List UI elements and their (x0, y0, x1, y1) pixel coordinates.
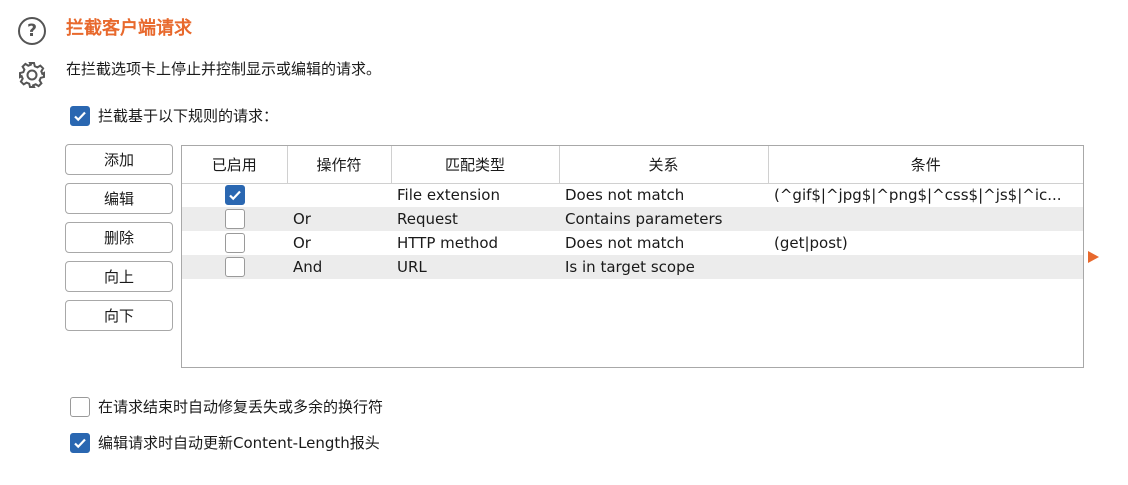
enabled-cell (182, 207, 287, 231)
relationship-cell: Is in target scope (559, 255, 768, 279)
intercept-rules-checkbox[interactable] (70, 105, 90, 126)
rule-button-group: 添加 编辑 删除 向上 向下 (65, 144, 173, 339)
relationship-cell: Does not match (565, 186, 685, 205)
column-header-enabled[interactable]: 已启用 (182, 146, 288, 184)
enabled-cell (182, 255, 287, 279)
relationship-cell: Contains parameters (559, 207, 768, 231)
rules-table: 已启用 操作符 匹配类型 关系 条件 File extension Does n… (181, 145, 1084, 368)
operator-cell (287, 183, 391, 207)
move-up-button[interactable]: 向上 (65, 261, 173, 292)
column-header-relationship[interactable]: 关系 (559, 146, 769, 184)
rule-enabled-checkbox[interactable] (224, 257, 245, 277)
rule-enabled-checkbox[interactable] (224, 185, 245, 206)
table-row[interactable]: File extension Does not match (^gif$|^jp… (182, 183, 1083, 207)
table-row[interactable]: And URL Is in target scope (182, 255, 1083, 279)
column-header-operator[interactable]: 操作符 (287, 146, 392, 184)
column-header-condition[interactable]: 条件 (768, 146, 1083, 184)
update-content-length-label: 编辑请求时自动更新Content-Length报头 (98, 434, 380, 452)
column-header-match-type[interactable]: 匹配类型 (391, 146, 560, 184)
match-type-cell: Request (391, 207, 559, 231)
enabled-cell (182, 183, 287, 207)
table-header-row: 已启用 操作符 匹配类型 关系 条件 (182, 146, 1083, 184)
table-row[interactable]: Or HTTP method Does not match (get|post) (182, 231, 1083, 255)
remove-button[interactable]: 删除 (65, 222, 173, 253)
expand-arrow-icon[interactable] (1088, 251, 1099, 263)
enabled-cell (182, 231, 287, 255)
intercept-rules-checkbox-row[interactable]: 拦截基于以下规则的请求： (70, 105, 278, 126)
condition-cell (768, 255, 1083, 279)
operator-cell: And (287, 255, 391, 279)
rule-enabled-checkbox[interactable] (224, 209, 245, 229)
fix-newlines-checkbox-row[interactable]: 在请求结束时自动修复丢失或多余的换行符 (70, 396, 383, 417)
update-content-length-checkbox[interactable] (70, 432, 90, 453)
match-type-cell: HTTP method (397, 234, 499, 252)
match-type-cell: URL (391, 255, 559, 279)
help-icon[interactable]: ? (18, 17, 46, 45)
fix-newlines-label: 在请求结束时自动修复丢失或多余的换行符 (98, 398, 384, 416)
match-type-cell: File extension (397, 186, 500, 205)
operator-cell: Or (287, 207, 391, 231)
table-row[interactable]: Or Request Contains parameters (182, 207, 1083, 231)
add-button[interactable]: 添加 (65, 144, 173, 175)
gear-icon[interactable] (17, 60, 47, 90)
section-description: 在拦截选项卡上停止并控制显示或编辑的请求。 (66, 60, 382, 78)
rule-enabled-checkbox[interactable] (224, 233, 245, 253)
condition-cell: (^gif$|^jpg$|^png$|^css$|^js$|^ic... (774, 186, 1062, 205)
intercept-rules-label: 拦截基于以下规则的请求： (98, 107, 279, 125)
operator-cell: Or (293, 234, 311, 252)
move-down-button[interactable]: 向下 (65, 300, 173, 331)
edit-button[interactable]: 编辑 (65, 183, 173, 214)
condition-cell: (get|post) (774, 234, 848, 252)
relationship-cell: Does not match (565, 234, 685, 252)
update-content-length-checkbox-row[interactable]: 编辑请求时自动更新Content-Length报头 (70, 432, 380, 453)
section-title: 拦截客户端请求 (66, 18, 192, 39)
condition-cell (768, 207, 1083, 231)
fix-newlines-checkbox[interactable] (70, 396, 90, 417)
